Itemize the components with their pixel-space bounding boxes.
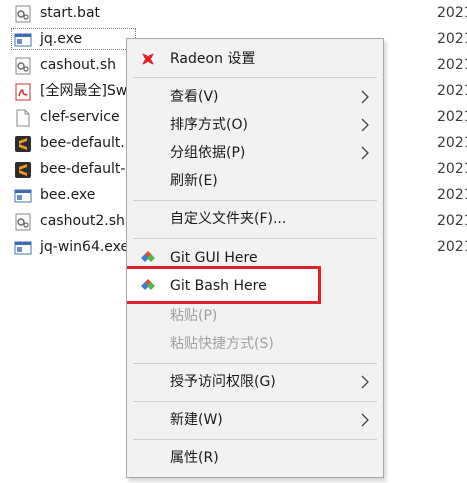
menu-item-git-gui[interactable]: Git GUI Here	[127, 244, 383, 272]
menu-label: 粘贴(P)	[170, 308, 218, 324]
gear-file-icon	[15, 5, 31, 23]
menu-label: 授予访问权限(G)	[170, 374, 276, 390]
menu-label: Git Bash Here	[170, 278, 267, 294]
menu-separator	[133, 363, 377, 364]
menu-item-paste-shortcut: 粘贴快捷方式(S)	[127, 330, 383, 358]
file-name: bee-default-	[40, 161, 126, 177]
file-name: bee-default.	[40, 135, 125, 151]
exe-window-icon	[14, 33, 32, 47]
file-row[interactable]: start.bat 2021	[0, 0, 467, 26]
exe-window-icon	[14, 189, 32, 203]
file-name: cashout2.sh	[40, 213, 125, 229]
menu-separator	[133, 401, 377, 402]
file-name: start.bat	[40, 5, 101, 21]
menu-separator	[133, 439, 377, 440]
chevron-right-icon	[361, 375, 369, 389]
file-name: jq-win64.exe	[40, 239, 130, 255]
menu-label: 刷新(E)	[170, 173, 218, 189]
chevron-right-icon	[361, 413, 369, 427]
exe-window-icon	[14, 241, 32, 255]
sublime-icon	[15, 162, 31, 178]
file-date: 2021	[437, 161, 467, 177]
menu-label: 新建(W)	[170, 412, 223, 428]
menu-item-sort-by[interactable]: 排序方式(O)	[127, 111, 383, 139]
file-date: 2021	[437, 57, 467, 73]
git-icon	[141, 279, 155, 290]
gear-file-icon	[15, 213, 31, 231]
file-date: 2021	[437, 31, 467, 47]
menu-separator	[133, 238, 377, 239]
file-date: 2021	[437, 109, 467, 125]
menu-item-view[interactable]: 查看(V)	[127, 83, 383, 111]
menu-label: 分组依据(P)	[170, 145, 246, 161]
menu-item-paste: 粘贴(P)	[127, 302, 383, 330]
file-date: 2021	[437, 5, 467, 21]
menu-item-new[interactable]: 新建(W)	[127, 406, 383, 434]
menu-separator	[133, 200, 377, 201]
git-icon	[141, 251, 155, 265]
file-date: 2021	[437, 213, 467, 229]
radeon-icon	[142, 53, 154, 65]
chevron-right-icon	[361, 146, 369, 160]
file-name: bee.exe	[40, 187, 96, 203]
file-date: 2021	[437, 83, 467, 99]
menu-separator	[133, 77, 377, 78]
menu-label: 自定义文件夹(F)...	[170, 211, 287, 227]
file-name: jq.exe	[40, 31, 83, 47]
file-name: clef-service	[40, 109, 120, 125]
file-name: [全网最全]Sw	[40, 83, 128, 99]
menu-item-customize-folder[interactable]: 自定义文件夹(F)...	[127, 205, 383, 233]
file-date: 2021	[437, 187, 467, 203]
menu-item-properties[interactable]: 属性(R)	[127, 444, 383, 472]
file-date: 2021	[437, 135, 467, 151]
file-name: cashout.sh	[40, 57, 116, 73]
menu-item-git-bash[interactable]: Git Bash Here	[127, 272, 383, 300]
blank-file-icon	[16, 109, 30, 127]
menu-item-group-by[interactable]: 分组依据(P)	[127, 139, 383, 167]
menu-label: 排序方式(O)	[170, 117, 248, 133]
menu-label: 查看(V)	[170, 89, 219, 105]
menu-label: Git GUI Here	[170, 250, 258, 266]
menu-item-grant-access[interactable]: 授予访问权限(G)	[127, 368, 383, 396]
menu-label: Radeon 设置	[170, 51, 256, 67]
pdf-icon	[15, 83, 31, 101]
menu-item-refresh[interactable]: 刷新(E)	[127, 167, 383, 195]
menu-label: 粘贴快捷方式(S)	[170, 336, 274, 352]
chevron-right-icon	[361, 118, 369, 132]
sublime-icon	[15, 136, 31, 152]
context-menu: Radeon 设置 查看(V) 排序方式(O) 分组依据(P) 刷新(E) 自定…	[126, 38, 384, 478]
gear-file-icon	[15, 57, 31, 75]
menu-item-radeon-settings[interactable]: Radeon 设置	[127, 45, 383, 73]
menu-label: 属性(R)	[170, 450, 219, 466]
file-date: 2021	[437, 239, 467, 255]
chevron-right-icon	[361, 90, 369, 104]
